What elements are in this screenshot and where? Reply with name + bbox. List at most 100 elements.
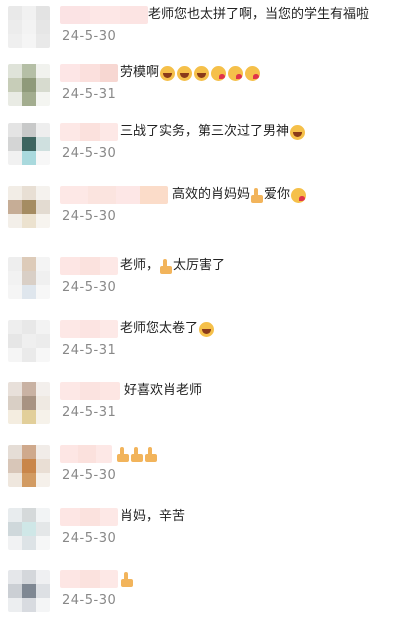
comment-text-label: 老师您也太拼了啊，当您的学生有福啦 (148, 7, 370, 22)
thumbs-up-icon (131, 446, 143, 462)
username-pixel (100, 123, 118, 141)
comment-row[interactable]: 老师您太卷了 24-5-31 (0, 320, 420, 382)
comment-text: 好喜欢肖老师 (124, 382, 202, 400)
avatar[interactable] (8, 508, 50, 550)
avatar-pixel (36, 78, 50, 92)
avatar-pixel (22, 410, 36, 424)
avatar[interactable] (8, 445, 50, 487)
avatar-pixel (22, 348, 36, 362)
avatar-pixel (8, 396, 22, 410)
comment-text: 肖妈，辛苦 (120, 508, 185, 526)
avatar-pixel (36, 508, 50, 522)
username-redacted[interactable] (60, 257, 118, 275)
username-pixel (60, 382, 80, 400)
avatar-pixel (8, 334, 22, 348)
comment-date: 24-5-30 (62, 280, 117, 295)
avatar-pixel (8, 214, 22, 228)
avatar-pixel (36, 200, 50, 214)
comment-date: 24-5-31 (62, 405, 117, 420)
avatar[interactable] (8, 570, 50, 612)
username-redacted[interactable] (60, 6, 148, 24)
username-pixel (80, 320, 100, 338)
avatar-pixel (36, 20, 50, 34)
username-pixel (60, 6, 90, 24)
avatar-pixel (22, 473, 36, 487)
avatar-pixel (36, 92, 50, 106)
comment-text-label: 肖妈，辛苦 (120, 509, 186, 524)
comment-text: 劳模啊 (120, 64, 261, 82)
comment-date: 24-5-30 (62, 593, 117, 608)
comment-row[interactable]: 肖妈，辛苦 24-5-30 (0, 508, 420, 570)
avatar[interactable] (8, 382, 50, 424)
avatar-pixel (22, 459, 36, 473)
username-pixel (80, 257, 100, 275)
laughing-face-icon (160, 65, 176, 81)
laughing-face-icon (194, 65, 210, 81)
avatar-pixel (36, 396, 50, 410)
comment-row[interactable]: 老师， 太厉害了 24-5-30 (0, 257, 420, 319)
avatar-pixel (8, 508, 22, 522)
username-redacted[interactable] (60, 445, 112, 463)
comment-text-suffix: 太厉害了 (173, 258, 226, 273)
username-pixel (80, 123, 100, 141)
avatar[interactable] (8, 186, 50, 228)
avatar[interactable] (8, 320, 50, 362)
avatar-pixel (22, 598, 36, 612)
avatar-pixel (8, 598, 22, 612)
username-redacted[interactable] (60, 570, 118, 588)
username-pixel (60, 186, 88, 204)
avatar-pixel (22, 584, 36, 598)
avatar-pixel (36, 522, 50, 536)
avatar-pixel (36, 473, 50, 487)
avatar-pixel (22, 200, 36, 214)
avatar-pixel (22, 186, 36, 200)
avatar-pixel (36, 410, 50, 424)
avatar-pixel (8, 123, 22, 137)
avatar-pixel (8, 186, 22, 200)
avatar-pixel (22, 382, 36, 396)
comment-date: 24-5-30 (62, 209, 117, 224)
avatar-pixel (22, 271, 36, 285)
comment-list: 老师您也太拼了啊，当您的学生有福啦 24-5-30 劳模啊 24-5-31 三战了实务，… (0, 0, 420, 623)
comment-row[interactable]: 24-5-30 (0, 445, 420, 507)
comment-row[interactable]: 三战了实务，第三次过了男神 24-5-30 (0, 123, 420, 185)
avatar-pixel (36, 459, 50, 473)
avatar[interactable] (8, 6, 50, 48)
avatar[interactable] (8, 123, 50, 165)
avatar-pixel (36, 6, 50, 20)
avatar-pixel (8, 445, 22, 459)
username-redacted[interactable] (60, 123, 118, 141)
username-pixel (140, 186, 168, 204)
username-redacted[interactable] (60, 186, 168, 204)
avatar-pixel (36, 536, 50, 550)
comment-text: 老师您太卷了 (120, 320, 215, 338)
username-redacted[interactable] (60, 64, 118, 82)
avatar-pixel (8, 459, 22, 473)
avatar-pixel (36, 320, 50, 334)
laughing-face-icon (290, 124, 306, 140)
comment-date: 24-5-31 (62, 343, 117, 358)
username-redacted[interactable] (60, 382, 120, 400)
avatar-pixel (36, 445, 50, 459)
comment-row[interactable]: 老师您也太拼了啊，当您的学生有福啦 24-5-30 (0, 6, 420, 68)
thumbs-up-icon (251, 187, 264, 203)
kissing-face-icon (291, 187, 307, 203)
laughing-face-icon (199, 321, 215, 337)
username-redacted[interactable] (60, 320, 118, 338)
thumbs-up-icon (121, 571, 133, 587)
comment-row[interactable]: 劳模啊 24-5-31 (0, 64, 420, 126)
comment-row[interactable]: 好喜欢肖老师 24-5-31 (0, 382, 420, 444)
username-pixel (80, 570, 100, 588)
avatar-pixel (8, 348, 22, 362)
avatar-pixel (22, 508, 36, 522)
username-redacted[interactable] (60, 508, 118, 526)
avatar-pixel (8, 78, 22, 92)
avatar-pixel (36, 151, 50, 165)
comment-date: 24-5-30 (62, 146, 117, 161)
comment-row[interactable]: 高效的肖妈妈 爱你 24-5-30 (0, 186, 420, 248)
comment-row[interactable]: 24-5-30 (0, 570, 420, 623)
avatar[interactable] (8, 64, 50, 106)
avatar[interactable] (8, 257, 50, 299)
avatar-pixel (8, 320, 22, 334)
avatar-pixel (22, 445, 36, 459)
